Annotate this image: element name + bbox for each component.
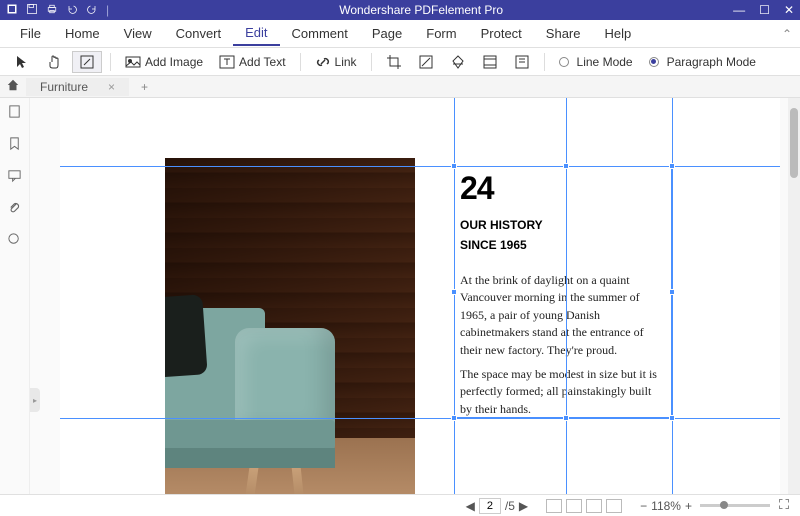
page: 24 OUR HISTORY SINCE 1965 At the brink o…: [60, 98, 780, 494]
link-button[interactable]: Link: [309, 52, 363, 72]
page-next-button[interactable]: ▶: [519, 499, 528, 513]
menu-share[interactable]: Share: [534, 22, 593, 45]
view-single-icon[interactable]: [546, 499, 562, 513]
menu-convert[interactable]: Convert: [164, 22, 234, 45]
menu-home[interactable]: Home: [53, 22, 112, 45]
view-two-icon[interactable]: [586, 499, 602, 513]
app-title: Wondershare PDFelement Pro: [109, 3, 733, 17]
select-tool[interactable]: [8, 52, 36, 72]
background-tool[interactable]: [444, 52, 472, 72]
tab-close-icon[interactable]: ×: [108, 80, 115, 94]
menu-protect[interactable]: Protect: [469, 22, 534, 45]
line-mode-label: Line Mode: [577, 55, 633, 69]
thumbnails-icon[interactable]: [7, 104, 22, 122]
watermark-tool[interactable]: [412, 52, 440, 72]
view-continuous-icon[interactable]: [566, 499, 582, 513]
undo-icon[interactable]: [66, 3, 78, 18]
line-mode-radio[interactable]: Line Mode: [553, 53, 639, 71]
document-tab[interactable]: Furniture ×: [26, 78, 129, 96]
sidebar: [0, 98, 30, 494]
text-selection-box[interactable]: [454, 166, 672, 418]
bates-tool[interactable]: [508, 52, 536, 72]
add-image-label: Add Image: [145, 55, 203, 69]
header-footer-tool[interactable]: [476, 52, 504, 72]
view-two-continuous-icon[interactable]: [606, 499, 622, 513]
menu-help[interactable]: Help: [593, 22, 644, 45]
close-button[interactable]: ✕: [784, 3, 794, 17]
attachments-icon[interactable]: [7, 200, 22, 218]
paragraph-mode-label: Paragraph Mode: [667, 55, 756, 69]
minimize-button[interactable]: —: [733, 3, 745, 17]
expand-panel-button[interactable]: ▸: [30, 388, 40, 412]
home-icon[interactable]: [6, 78, 20, 95]
zoom-out-button[interactable]: −: [640, 499, 647, 513]
tab-label: Furniture: [40, 80, 88, 94]
menu-page[interactable]: Page: [360, 22, 414, 45]
vertical-scrollbar[interactable]: [788, 98, 800, 494]
add-image-button[interactable]: Add Image: [119, 52, 209, 72]
print-icon[interactable]: [46, 3, 58, 18]
redo-icon[interactable]: [86, 3, 98, 18]
bookmarks-icon[interactable]: [7, 136, 22, 154]
statusbar: ◀ /5 ▶ − 118% +: [0, 494, 800, 516]
furniture-image[interactable]: [165, 158, 415, 494]
page-prev-button[interactable]: ◀: [466, 499, 475, 513]
hand-tool[interactable]: [40, 52, 68, 72]
comments-icon[interactable]: [7, 168, 22, 186]
menu-form[interactable]: Form: [414, 22, 468, 45]
menu-view[interactable]: View: [112, 22, 164, 45]
canvas[interactable]: 24 OUR HISTORY SINCE 1965 At the brink o…: [30, 98, 800, 494]
menu-file[interactable]: File: [8, 22, 53, 45]
fullscreen-icon[interactable]: [778, 498, 790, 513]
app-icon: [6, 3, 18, 18]
link-label: Link: [335, 55, 357, 69]
edit-toolbar: Add Image Add Text Link Line Mode Paragr…: [0, 48, 800, 76]
edit-object-tool[interactable]: [72, 51, 102, 73]
zoom-slider[interactable]: [700, 504, 770, 507]
zoom-in-button[interactable]: +: [685, 499, 692, 513]
menu-edit[interactable]: Edit: [233, 21, 279, 46]
menubar: File Home View Convert Edit Comment Page…: [0, 20, 800, 48]
page-total: /5: [505, 499, 515, 513]
page-input[interactable]: [479, 498, 501, 514]
maximize-button[interactable]: ☐: [759, 3, 770, 17]
add-text-button[interactable]: Add Text: [213, 52, 291, 72]
crop-tool[interactable]: [380, 52, 408, 72]
tabbar: Furniture × +: [0, 76, 800, 98]
collapse-ribbon-icon[interactable]: ⌃: [782, 27, 792, 41]
menu-comment[interactable]: Comment: [280, 22, 360, 45]
add-text-label: Add Text: [239, 55, 285, 69]
zoom-value: 118%: [651, 499, 681, 513]
search-sidebar-icon[interactable]: [7, 232, 22, 250]
paragraph-mode-radio[interactable]: Paragraph Mode: [643, 53, 762, 71]
new-tab-button[interactable]: +: [135, 80, 154, 94]
save-icon[interactable]: [26, 3, 38, 18]
